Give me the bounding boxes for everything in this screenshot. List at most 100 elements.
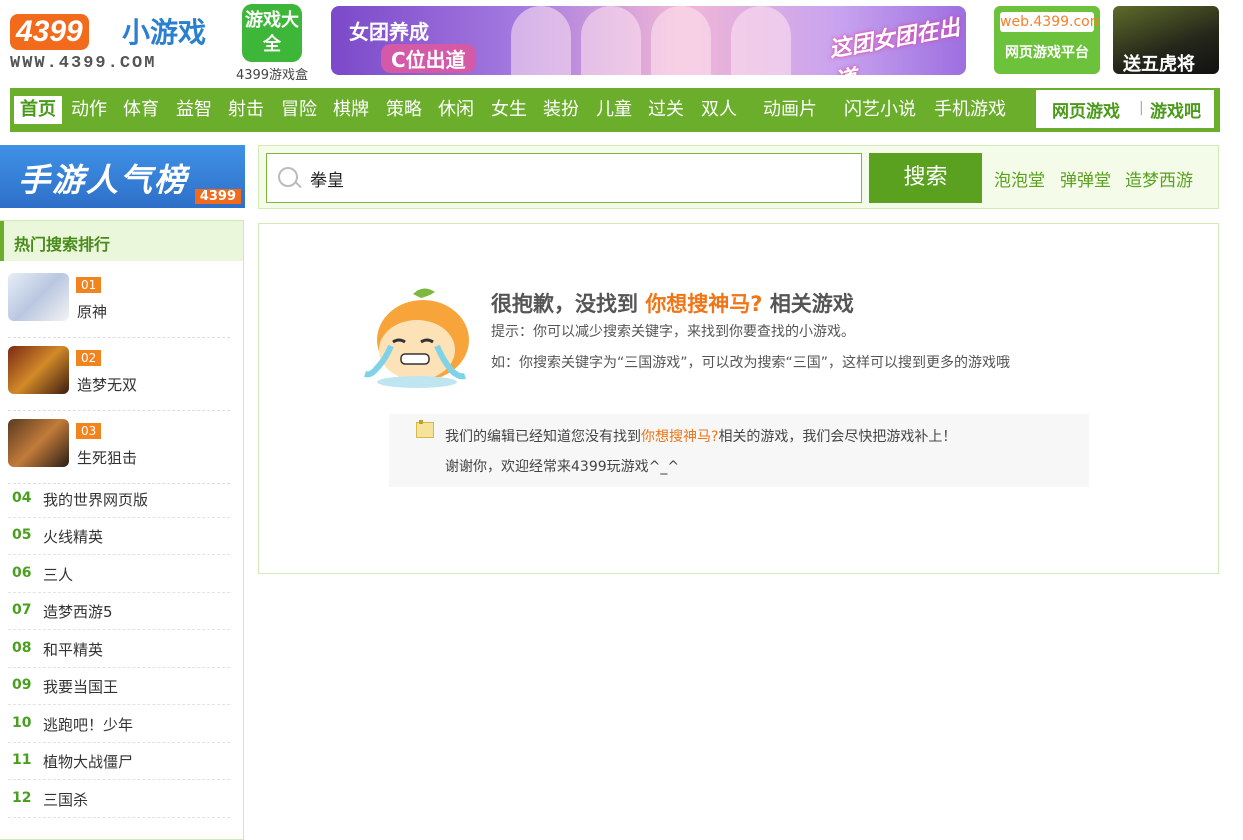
- nav-item-sports[interactable]: 体育: [123, 96, 159, 124]
- ranking-list-item[interactable]: 12 三国杀: [8, 780, 230, 818]
- ranking-list-item[interactable]: 07 造梦西游5: [8, 592, 230, 630]
- site-logo[interactable]: 4399 小游戏 WWW.4399.COM: [10, 12, 210, 74]
- crying-mascot-icon: [364, 288, 469, 388]
- hot-keyword-link[interactable]: 泡泡堂: [994, 166, 1045, 191]
- search-tip: 提示：你可以减少搜索关键字，来找到你要查找的小游戏。: [491, 324, 855, 340]
- banner-figure: [581, 6, 641, 75]
- ranking-title: 热门搜索排行: [14, 235, 111, 254]
- hot-keyword-link[interactable]: 造梦西游: [1125, 166, 1193, 191]
- title-prefix: 很抱歉，没找到: [491, 292, 638, 316]
- nav-item-puzzle[interactable]: 益智: [176, 96, 212, 124]
- nav-item-casual[interactable]: 休闲: [438, 96, 474, 124]
- nav-item-action[interactable]: 动作: [71, 96, 107, 124]
- top-ad-banner[interactable]: 女团养成 C位出道 这团女团在出道: [331, 6, 966, 75]
- search-button[interactable]: 搜索: [869, 153, 982, 203]
- no-result-title: 很抱歉，没找到 你想搜神马? 相关游戏: [491, 288, 854, 318]
- ranking-top-item[interactable]: 01 原神: [8, 273, 230, 338]
- ranking-top-item[interactable]: 03 生死狙击: [8, 419, 230, 484]
- nav-item-chess[interactable]: 棋牌: [333, 96, 369, 124]
- game-name: 逃跑吧！少年: [43, 716, 134, 734]
- game-name: 和平精英: [43, 641, 104, 659]
- nav-webgame-link[interactable]: 网页游戏: [1052, 97, 1120, 122]
- webgame-url: web.4399.com: [1000, 12, 1100, 32]
- notice-line2: 谢谢你，欢迎经常来4399玩游戏^_^: [445, 459, 680, 475]
- nav-item-strategy[interactable]: 策略: [386, 96, 422, 124]
- nav-item-levels[interactable]: 过关: [648, 96, 684, 124]
- rank-badge: 03: [76, 423, 102, 439]
- rank-number: 06: [12, 565, 32, 581]
- nav-item-kids[interactable]: 儿童: [596, 96, 632, 124]
- game-name: 我的世界网页版: [43, 491, 149, 509]
- game-thumbnail: [8, 419, 69, 467]
- logo-text: 小游戏: [122, 16, 207, 49]
- game-name: 原神: [77, 303, 108, 321]
- nav-item-dressup[interactable]: 装扮: [543, 96, 579, 124]
- search-field[interactable]: [266, 153, 862, 203]
- rank-number: 05: [12, 527, 32, 543]
- editor-notice: 我们的编辑已经知道您没有找到你想搜神马?相关的游戏，我们会尽快把游戏补上！ 谢谢…: [389, 414, 1089, 487]
- mobile-rank-banner[interactable]: 手游人气榜 4399: [0, 145, 245, 208]
- search-bar: 搜索 泡泡堂 弹弹堂 造梦西游: [258, 145, 1219, 209]
- nav-item-home[interactable]: 首页: [14, 96, 62, 124]
- ranking-list-item[interactable]: 10 逃跑吧！少年: [8, 705, 230, 743]
- ranking-top-item[interactable]: 02 造梦无双: [8, 346, 230, 411]
- gamebox-link[interactable]: 游戏大全 4399游戏盒: [232, 4, 312, 84]
- notice-keyword: 你想搜神马?: [641, 429, 719, 445]
- gamebox-icon: 游戏大全: [242, 4, 302, 62]
- game-name: 三国杀: [43, 791, 89, 809]
- game-thumbnail: [8, 273, 69, 321]
- notice-prefix: 我们的编辑已经知道您没有找到: [445, 429, 641, 445]
- ranking-list-item[interactable]: 08 和平精英: [8, 630, 230, 668]
- right-game-ad[interactable]: 送五虎将: [1113, 6, 1219, 75]
- rank-badge: 01: [76, 277, 102, 293]
- game-name: 火线精英: [43, 528, 104, 546]
- banner-slogan: 这团女团在出道: [827, 15, 962, 75]
- rank-banner-badge: 4399: [194, 189, 241, 204]
- ranking-list-item[interactable]: 05 火线精英: [8, 517, 230, 555]
- ranking-list-item[interactable]: 09 我要当国王: [8, 667, 230, 705]
- nav-item-girls[interactable]: 女生: [491, 96, 527, 124]
- game-name: 造梦西游5: [43, 603, 113, 621]
- no-result-panel: 很抱歉，没找到 你想搜神马? 相关游戏 提示：你可以减少搜索关键字，来找到你要查…: [258, 223, 1219, 574]
- banner-figure: [511, 6, 571, 75]
- nav-item-novel[interactable]: 闪艺小说: [844, 96, 916, 124]
- ranking-list-item[interactable]: 04 我的世界网页版: [8, 480, 230, 518]
- rank-number: 09: [12, 677, 32, 693]
- search-input[interactable]: [310, 168, 830, 188]
- hot-keyword-link[interactable]: 弹弹堂: [1060, 166, 1111, 191]
- rank-badge: 02: [76, 350, 102, 366]
- banner-figure: [731, 6, 791, 75]
- right-ad-text: 送五虎将: [1123, 54, 1195, 75]
- rank-number: 04: [12, 490, 32, 506]
- nav-item-mobile-games[interactable]: 手机游戏: [934, 96, 1006, 124]
- nav-separator: |: [1139, 100, 1144, 116]
- note-icon: [416, 420, 434, 438]
- rank-number: 08: [12, 640, 32, 656]
- rank-number: 11: [12, 752, 32, 768]
- nav-item-cartoon[interactable]: 动画片: [763, 96, 817, 124]
- webgame-label: 网页游戏平台: [1005, 45, 1089, 61]
- rank-banner-title: 手游人气榜: [18, 161, 189, 199]
- rank-number: 07: [12, 602, 32, 618]
- search-icon: [278, 167, 298, 187]
- game-name: 三人: [43, 566, 74, 584]
- title-suffix: 相关游戏: [769, 292, 854, 316]
- nav-item-shooting[interactable]: 射击: [228, 96, 264, 124]
- category-nav: 首页 动作 体育 益智 射击 冒险 棋牌 策略 休闲 女生 装扮 儿童 过关 双…: [10, 88, 1220, 132]
- banner-line1: 女团养成: [349, 20, 429, 44]
- rank-number: 10: [12, 715, 32, 731]
- webgame-platform-ad[interactable]: web.4399.com 网页游戏平台: [994, 6, 1100, 74]
- nav-gamebar-link[interactable]: 游戏吧: [1150, 97, 1201, 122]
- game-name: 生死狙击: [77, 449, 138, 467]
- search-example: 如：你搜索关键字为“三国游戏”，可以改为搜索“三国”，这样可以搜到更多的游戏哦: [491, 355, 1011, 371]
- nav-item-adventure[interactable]: 冒险: [281, 96, 317, 124]
- notice-suffix: 相关的游戏，我们会尽快把游戏补上！: [718, 429, 957, 445]
- logo-number: 4399: [10, 14, 89, 50]
- hot-search-ranking: 热门搜索排行 01 原神 02 造梦无双 03 生死狙击 04 我的世界网页版 …: [0, 220, 244, 840]
- notice-line1: 我们的编辑已经知道您没有找到你想搜神马?相关的游戏，我们会尽快把游戏补上！: [445, 426, 956, 446]
- nav-right-box: 网页游戏 | 游戏吧: [1036, 90, 1214, 128]
- ranking-list-item[interactable]: 06 三人: [8, 555, 230, 593]
- nav-item-two-player[interactable]: 双人: [701, 96, 737, 124]
- banner-figure: [651, 6, 711, 75]
- ranking-list-item[interactable]: 11 植物大战僵尸: [8, 742, 230, 780]
